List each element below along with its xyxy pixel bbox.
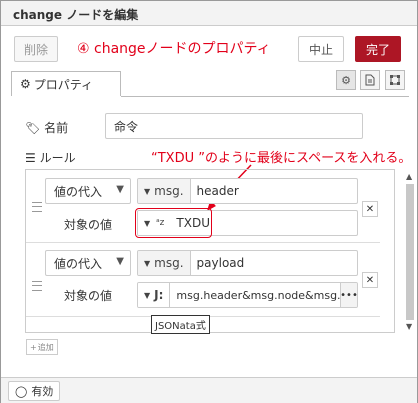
scrollbar[interactable]: ▲ ▼ (404, 172, 416, 332)
tag-icon: 🏷 (25, 121, 41, 135)
rule-action-select[interactable]: 値の代入 ▼ (45, 178, 131, 204)
rule-target-input[interactable]: ▼ msg. payload (137, 250, 358, 276)
plus-icon: + (30, 342, 37, 352)
list-icon: ☰ (25, 151, 36, 165)
section-annotation: ④ changeノードのプロパティ (77, 41, 271, 57)
rule-divider (26, 242, 380, 243)
rules-label: ☰ ルール (25, 151, 76, 165)
type-selector[interactable]: ▼ J: (138, 283, 171, 307)
node-appearance-tab-button[interactable] (385, 70, 405, 90)
name-label: 🏷 名前 (25, 121, 69, 135)
drag-handle[interactable] (32, 281, 42, 291)
tab-underline (121, 96, 409, 97)
rules-list: 値の代入 ▼ ▼ msg. header 対象の値 ▼ ᵃz TXDU ✕ 値の… (25, 169, 414, 333)
add-rule-button[interactable]: + 追加 (26, 339, 58, 355)
highlight-box (135, 208, 212, 238)
scroll-down-icon[interactable]: ▼ (406, 322, 412, 331)
jsonata-icon: J: (154, 288, 164, 302)
chevron-down-icon: ▼ (116, 184, 124, 195)
editor-dialog: change ノードを編集 削除 ④ changeノードのプロパティ 中止 完了… (0, 0, 418, 403)
description-icon (365, 74, 375, 86)
type-selector[interactable]: ▼ msg. (138, 251, 191, 275)
drag-handle[interactable] (32, 202, 42, 212)
node-description-tab-button[interactable] (360, 70, 380, 90)
close-icon: ✕ (365, 274, 375, 286)
rule-target-input[interactable]: ▼ msg. header (137, 178, 358, 204)
name-input[interactable]: 命令 (105, 113, 363, 139)
rule-action-select[interactable]: 値の代入 ▼ (45, 250, 131, 276)
tooltip: JSONata式 (151, 315, 210, 334)
dialog-title: change ノードを編集 (13, 8, 139, 22)
title-bar: change ノードを編集 (1, 1, 417, 26)
scroll-up-icon[interactable]: ▲ (406, 172, 412, 181)
gear-icon: ⚙ (20, 77, 31, 91)
appearance-icon (390, 75, 400, 85)
done-button[interactable]: 完了 (355, 36, 401, 62)
enable-toggle[interactable]: ◯ 有効 (8, 381, 61, 401)
delete-button[interactable]: 削除 (14, 36, 58, 62)
tab-label: プロパティ (33, 77, 94, 92)
caret-down-icon: ▼ (144, 186, 151, 196)
scrollbar-thumb[interactable] (406, 184, 414, 320)
close-icon: ✕ (365, 203, 375, 215)
caret-down-icon: ▼ (144, 258, 151, 268)
caret-down-icon: ▼ (144, 290, 151, 300)
gear-icon: ⚙ (341, 73, 351, 87)
remove-rule-button[interactable]: ✕ (362, 272, 378, 288)
remove-rule-button[interactable]: ✕ (362, 201, 378, 217)
callout-note: “TXDU ”のように最後にスペースを入れる。 (151, 151, 412, 166)
rule-value-label: 対象の値 (64, 218, 113, 232)
circle-icon: ◯ (15, 384, 28, 398)
expand-editor-button[interactable]: ••• (340, 283, 357, 307)
cancel-button[interactable]: 中止 (298, 36, 344, 62)
type-selector[interactable]: ▼ msg. (138, 179, 191, 203)
node-properties-tab-button[interactable]: ⚙ (336, 70, 356, 90)
tab-properties[interactable]: ⚙ プロパティ (11, 71, 121, 96)
chevron-down-icon: ▼ (116, 256, 124, 267)
dialog-footer: ◯ 有効 (1, 377, 417, 403)
rule-value-label: 対象の値 (64, 289, 113, 303)
rule-value-input[interactable]: ▼ J: msg.header&msg.node&msg.mach ••• (137, 282, 358, 308)
